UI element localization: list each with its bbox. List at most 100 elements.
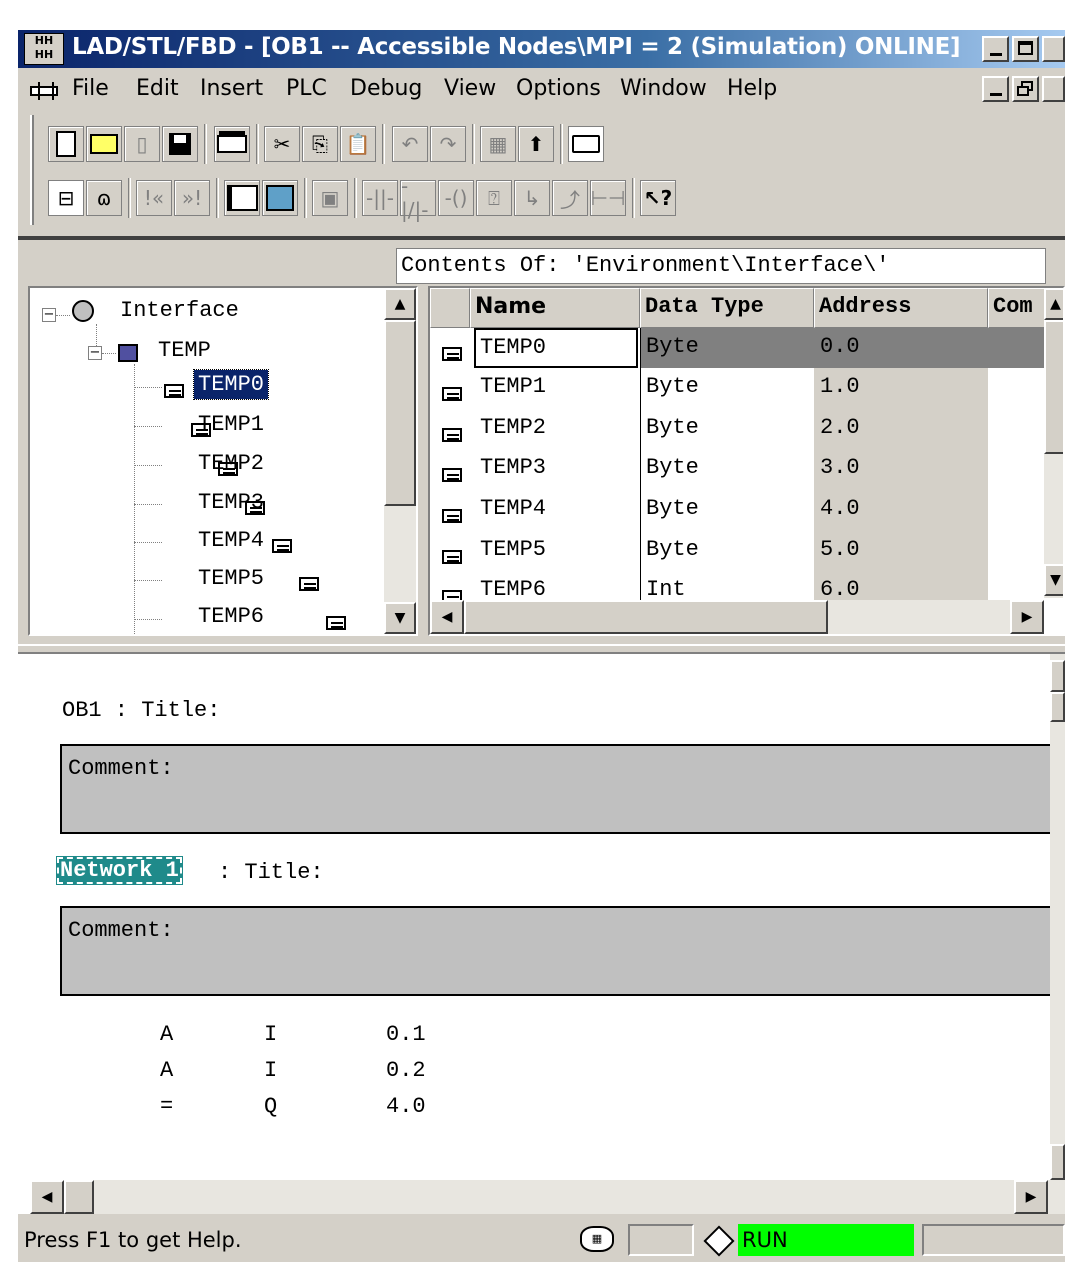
glasses-icon[interactable]: ɷ bbox=[86, 180, 122, 216]
cell-name[interactable]: TEMP5 bbox=[480, 537, 546, 562]
scroll-thumb[interactable] bbox=[1050, 692, 1065, 722]
cell-name[interactable]: TEMP4 bbox=[480, 496, 546, 521]
menu-plc[interactable]: PLC bbox=[286, 76, 327, 101]
cell-type[interactable]: Byte bbox=[646, 374, 699, 399]
tree-item-temp1[interactable]: TEMP1 bbox=[198, 412, 264, 437]
tree-item-temp6[interactable]: TEMP6 bbox=[198, 604, 264, 629]
coil-icon[interactable]: -() bbox=[438, 180, 474, 216]
cell-type[interactable]: Byte bbox=[646, 496, 699, 521]
cell-type[interactable]: Byte bbox=[646, 415, 699, 440]
table-row[interactable]: TEMP4 Byte 4.0 bbox=[430, 490, 1048, 530]
collapse-icon[interactable]: − bbox=[88, 346, 102, 360]
empty-box-icon[interactable]: ⍰ bbox=[476, 180, 512, 216]
copy-icon[interactable]: ⎘ bbox=[302, 126, 338, 162]
save-icon[interactable] bbox=[162, 126, 198, 162]
scroll-left-button[interactable]: ◀ bbox=[30, 1180, 64, 1214]
menu-file[interactable]: File bbox=[72, 76, 109, 101]
maximize-button[interactable] bbox=[1012, 36, 1039, 62]
doc-restore-button[interactable] bbox=[1012, 76, 1039, 102]
cell-type[interactable]: Int bbox=[646, 577, 686, 601]
table-row[interactable]: TEMP3 Byte 3.0 bbox=[430, 449, 1048, 489]
overview-icon[interactable] bbox=[224, 180, 260, 216]
menu-debug[interactable]: Debug bbox=[350, 76, 422, 101]
editor-vscrollbar[interactable] bbox=[1050, 654, 1065, 1180]
block-title[interactable]: OB1 : Title: bbox=[62, 698, 220, 723]
scroll-left-button[interactable]: ◀ bbox=[430, 600, 464, 634]
accessible-nodes-icon[interactable]: ▯ bbox=[124, 126, 160, 162]
cell-name[interactable]: TEMP6 bbox=[480, 577, 546, 601]
block-comment-box[interactable]: Comment: bbox=[60, 744, 1065, 834]
scroll-up-button[interactable] bbox=[1050, 660, 1065, 692]
no-contact-icon[interactable]: -||- bbox=[362, 180, 398, 216]
nc-contact-icon[interactable]: -|/|- bbox=[400, 174, 436, 222]
scroll-down-button[interactable]: ▼ bbox=[384, 602, 416, 634]
context-help-icon[interactable]: ↖? bbox=[640, 180, 676, 216]
scroll-thumb[interactable] bbox=[1044, 320, 1063, 454]
close-button[interactable] bbox=[1042, 36, 1065, 62]
network-comment[interactable]: Comment: bbox=[68, 918, 174, 943]
print-icon[interactable] bbox=[214, 126, 250, 162]
table-row[interactable]: TEMP0 Byte 0.0 bbox=[430, 328, 1048, 368]
program-elements-icon[interactable]: ▣ bbox=[312, 180, 348, 216]
tree-item-temp5[interactable]: TEMP5 bbox=[198, 566, 264, 591]
open-branch-icon[interactable]: ↳ bbox=[514, 180, 550, 216]
doc-close-button[interactable] bbox=[1042, 76, 1065, 102]
doc-minimize-button[interactable] bbox=[982, 76, 1009, 102]
scroll-thumb[interactable] bbox=[64, 1180, 94, 1214]
editor-hscrollbar[interactable] bbox=[30, 1180, 1065, 1214]
tree-item-temp3[interactable]: TEMP3 bbox=[198, 490, 264, 515]
connection-icon[interactable]: ⊢⊣ bbox=[590, 180, 626, 216]
cell-name[interactable]: TEMP0 bbox=[474, 328, 638, 368]
scroll-thumb[interactable] bbox=[464, 600, 828, 634]
last-network-icon[interactable]: »! bbox=[174, 180, 210, 216]
cell-name[interactable]: TEMP2 bbox=[480, 415, 546, 440]
tree-item-temp2[interactable]: TEMP2 bbox=[198, 451, 264, 476]
column-header-data-type[interactable]: Data Type bbox=[640, 288, 814, 328]
first-network-icon[interactable]: !« bbox=[136, 180, 172, 216]
table-row[interactable]: TEMP5 Byte 5.0 bbox=[430, 531, 1048, 571]
column-header-name[interactable]: Name bbox=[470, 288, 640, 328]
menu-options[interactable]: Options bbox=[516, 76, 601, 101]
download-icon[interactable]: ▦ bbox=[480, 126, 516, 162]
redo-icon[interactable]: ↷ bbox=[430, 126, 466, 162]
scroll-down-button[interactable] bbox=[1050, 1144, 1065, 1180]
interface-tree[interactable]: − Interface − TEMP TEMP0 TEMP1 TEMP2 TEM… bbox=[28, 286, 418, 636]
menu-view[interactable]: View bbox=[444, 76, 496, 101]
scroll-thumb[interactable] bbox=[384, 320, 416, 506]
undo-icon[interactable]: ↶ bbox=[392, 126, 428, 162]
tree-root-label[interactable]: Interface bbox=[120, 298, 239, 323]
variable-table[interactable]: Name Data Type Address Com TEMP0 Byte 0.… bbox=[428, 286, 1065, 636]
upload-icon[interactable]: ⬆ bbox=[518, 126, 554, 162]
menu-edit[interactable]: Edit bbox=[136, 76, 179, 101]
cell-type[interactable]: Byte bbox=[646, 334, 699, 359]
column-header-comment[interactable]: Com bbox=[988, 288, 1048, 328]
scroll-right-button[interactable]: ▶ bbox=[1010, 600, 1044, 634]
scroll-right-button[interactable]: ▶ bbox=[1014, 1180, 1048, 1214]
open-icon[interactable] bbox=[86, 126, 122, 162]
code-editor[interactable]: OB1 : Title: Comment: Network 1 : Title:… bbox=[18, 654, 1065, 1180]
minimize-button[interactable] bbox=[982, 36, 1009, 62]
cell-name[interactable]: TEMP3 bbox=[480, 455, 546, 480]
menu-help[interactable]: Help bbox=[727, 76, 777, 101]
table-row[interactable]: TEMP6 Int 6.0 bbox=[430, 571, 1048, 601]
paste-icon[interactable]: 📋 bbox=[340, 126, 376, 162]
cell-type[interactable]: Byte bbox=[646, 537, 699, 562]
scroll-up-button[interactable]: ▲ bbox=[1044, 288, 1063, 320]
label-icon[interactable] bbox=[568, 126, 604, 162]
tree-item-temp0[interactable]: TEMP0 bbox=[192, 369, 270, 400]
network-label[interactable]: Network 1 bbox=[56, 856, 183, 885]
menu-insert[interactable]: Insert bbox=[200, 76, 263, 101]
cell-name[interactable]: TEMP1 bbox=[480, 374, 546, 399]
scroll-down-button[interactable]: ▼ bbox=[1044, 564, 1063, 596]
network-comment-box[interactable]: Comment: bbox=[60, 906, 1065, 996]
block-comment[interactable]: Comment: bbox=[68, 756, 174, 781]
cut-icon[interactable]: ✂ bbox=[264, 126, 300, 162]
table-row[interactable]: TEMP1 Byte 1.0 bbox=[430, 368, 1048, 408]
network-title[interactable]: : Title: bbox=[218, 860, 324, 885]
scroll-up-button[interactable]: ▲ bbox=[384, 288, 416, 320]
details-icon[interactable] bbox=[262, 180, 298, 216]
pane-splitter[interactable] bbox=[18, 644, 1065, 654]
column-header-address[interactable]: Address bbox=[814, 288, 988, 328]
table-row[interactable]: TEMP2 Byte 2.0 bbox=[430, 409, 1048, 449]
menu-window[interactable]: Window bbox=[620, 76, 707, 101]
